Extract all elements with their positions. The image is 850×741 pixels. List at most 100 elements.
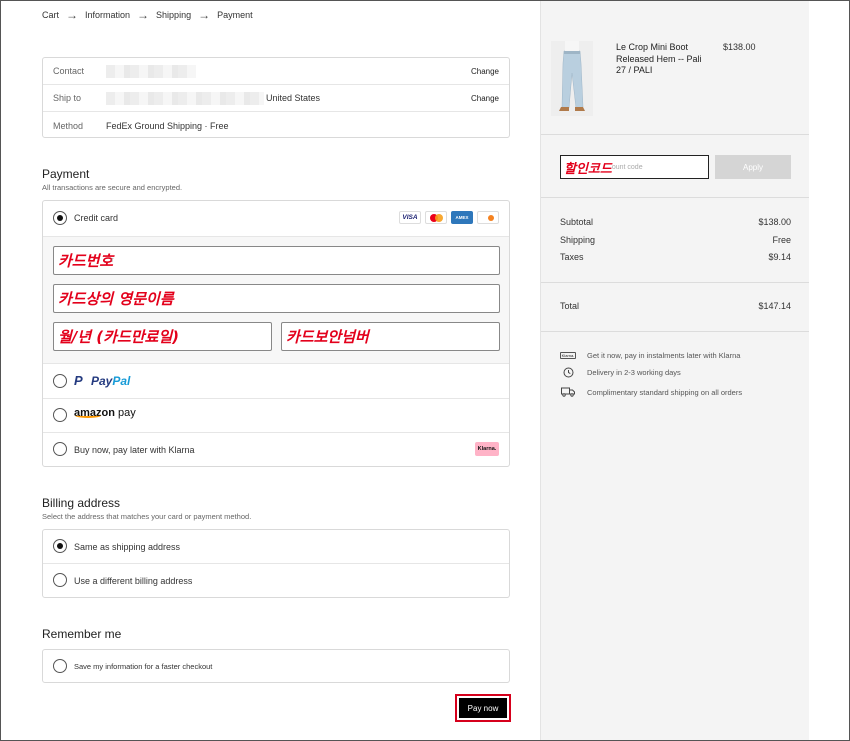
billing-subtitle: Select the address that matches your car… [42,512,252,521]
divider [541,134,810,135]
amazon-smile-icon [75,413,101,418]
ship-to-country: United States [266,93,321,103]
discount-code-annotation: 할인코드 [564,161,612,177]
remember-label: Save my information for a faster checkou… [74,662,213,671]
method-label: Method [53,120,84,131]
breadcrumb: Cart → Information → Shipping → Payment [42,7,253,22]
breadcrumb-payment: Payment [217,10,253,20]
subtotal-label: Subtotal [560,217,594,227]
contact-row: Contact Change [43,58,509,85]
same-billing-radio[interactable] [53,539,67,553]
product-price: $138.00 [723,42,756,52]
billing-options: Same as shipping address Use a different… [42,529,510,598]
subtotal-line: Subtotal $138.00 [560,217,791,227]
expiry-annotation: 월/년 (카드만료일) [58,328,180,346]
same-billing-option[interactable]: Same as shipping address [43,530,509,564]
klarna-icon: Klarna. [559,351,577,359]
page-margin [809,1,849,740]
shipping-value: Free [772,235,791,245]
discount-code-input[interactable]: 할인코드 ount code [560,155,709,179]
security-code-annotation: 카드보안넘버 [286,328,369,346]
mastercard-icon [425,211,447,224]
same-billing-label: Same as shipping address [74,542,181,552]
different-billing-radio[interactable] [53,573,67,587]
remember-checkbox[interactable] [53,659,67,673]
total-value: $147.14 [758,301,791,311]
apply-discount-button[interactable]: Apply [715,155,791,179]
divider [541,282,810,283]
product-thumbnail [551,41,593,116]
pay-now-highlight: Pay now [455,694,511,722]
different-billing-option[interactable]: Use a different billing address [43,564,509,598]
taxes-label: Taxes [560,252,584,262]
taxes-value: $9.14 [768,252,791,262]
perk-klarna: Klarna. Get it now, pay in instalments l… [559,350,741,360]
credit-card-radio[interactable] [53,211,67,225]
arrow-right-icon: → [66,7,79,22]
divider [541,197,810,198]
perk-klarna-text: Get it now, pay in instalments later wit… [587,350,741,360]
name-on-card-field[interactable]: 카드상의 영문이름 [53,284,500,313]
ship-to-value: United States [106,91,321,105]
method-row: Method FedEx Ground Shipping · Free [43,112,509,139]
amazon-pay-option[interactable]: amazon pay [43,399,509,433]
arrow-right-icon: → [137,7,150,22]
security-code-field[interactable]: 카드보안넘버 [281,322,500,351]
ship-to-row: Ship to United States Change [43,85,509,112]
card-number-field[interactable]: 카드번호 r [53,246,500,275]
billing-title: Billing address [42,496,121,510]
amazon-pay-radio[interactable] [53,408,67,422]
name-on-card-annotation: 카드상의 영문이름 [58,290,174,308]
perk-delivery-text: Delivery in 2-3 working days [587,367,681,377]
perk-shipping: Complimentary standard shipping on all o… [560,387,742,397]
klarna-option[interactable]: Buy now, pay later with Klarna Klarna. [43,433,509,467]
credit-card-label: Credit card [74,213,119,223]
change-shipping-link[interactable]: Change [471,94,499,103]
expiry-field[interactable]: 월/년 (카드만료일) [53,322,272,351]
remember-option[interactable]: Save my information for a faster checkou… [42,649,510,683]
payment-subtitle: All transactions are secure and encrypte… [42,183,183,192]
discount-code-placeholder: ount code [611,163,643,171]
payment-methods: Credit card VISA AMEX 카드번호 r 카드상의 영문이름 월… [42,200,510,467]
pay-now-button[interactable]: Pay now [459,698,507,718]
shipping-label: Shipping [560,235,596,245]
subtotal-value: $138.00 [758,217,791,227]
divider [541,331,810,332]
remember-title: Remember me [42,627,122,641]
contact-value-redacted [106,64,196,78]
ship-to-label: Ship to [53,93,82,103]
card-fields-panel: 카드번호 r 카드상의 영문이름 월/년 (카드만료일) 카드보안넘버 [43,236,509,364]
card-number-annotation: 카드번호 [58,252,114,270]
checkout-main: Cart → Information → Shipping → Payment … [0,0,540,741]
credit-card-option[interactable]: Credit card VISA AMEX [43,201,509,236]
breadcrumb-cart[interactable]: Cart [42,10,59,20]
paypal-logo-icon: P [74,373,83,388]
order-summary-sidebar: Le Crop Mini Boot Released Hem -- Pali 2… [540,1,810,740]
taxes-line: Taxes $9.14 [560,252,791,262]
arrow-right-icon: → [198,7,211,22]
change-contact-link[interactable]: Change [471,67,499,76]
product-name: Le Crop Mini Boot Released Hem -- Pali 2… [616,42,702,75]
amex-icon: AMEX [451,211,473,224]
klarna-label: Buy now, pay later with Klarna [74,445,195,455]
contact-label: Contact [53,66,85,76]
breadcrumb-information[interactable]: Information [85,10,130,20]
paypal-wordmark: PayPal [91,374,131,388]
klarna-radio[interactable] [53,442,67,456]
card-number-placeholder: r [111,257,114,264]
breadcrumb-shipping[interactable]: Shipping [156,10,191,20]
klarna-logo-icon: Klarna. [475,442,499,456]
paypal-option[interactable]: P PayPal [43,365,509,399]
paypal-radio[interactable] [53,374,67,388]
discover-icon [477,211,499,224]
shipping-line: Shipping Free [560,235,791,245]
card-logos: VISA AMEX [399,211,499,224]
perk-shipping-text: Complimentary standard shipping on all o… [587,387,743,397]
method-value: FedEx Ground Shipping · Free [106,120,229,131]
payment-title: Payment [42,167,90,181]
perk-delivery: Delivery in 2-3 working days [560,367,681,377]
different-billing-label: Use a different billing address [74,576,193,586]
order-info-summary: Contact Change Ship to United States Cha… [42,57,510,138]
total-line: Total $147.14 [560,301,791,311]
total-label: Total [560,301,580,311]
